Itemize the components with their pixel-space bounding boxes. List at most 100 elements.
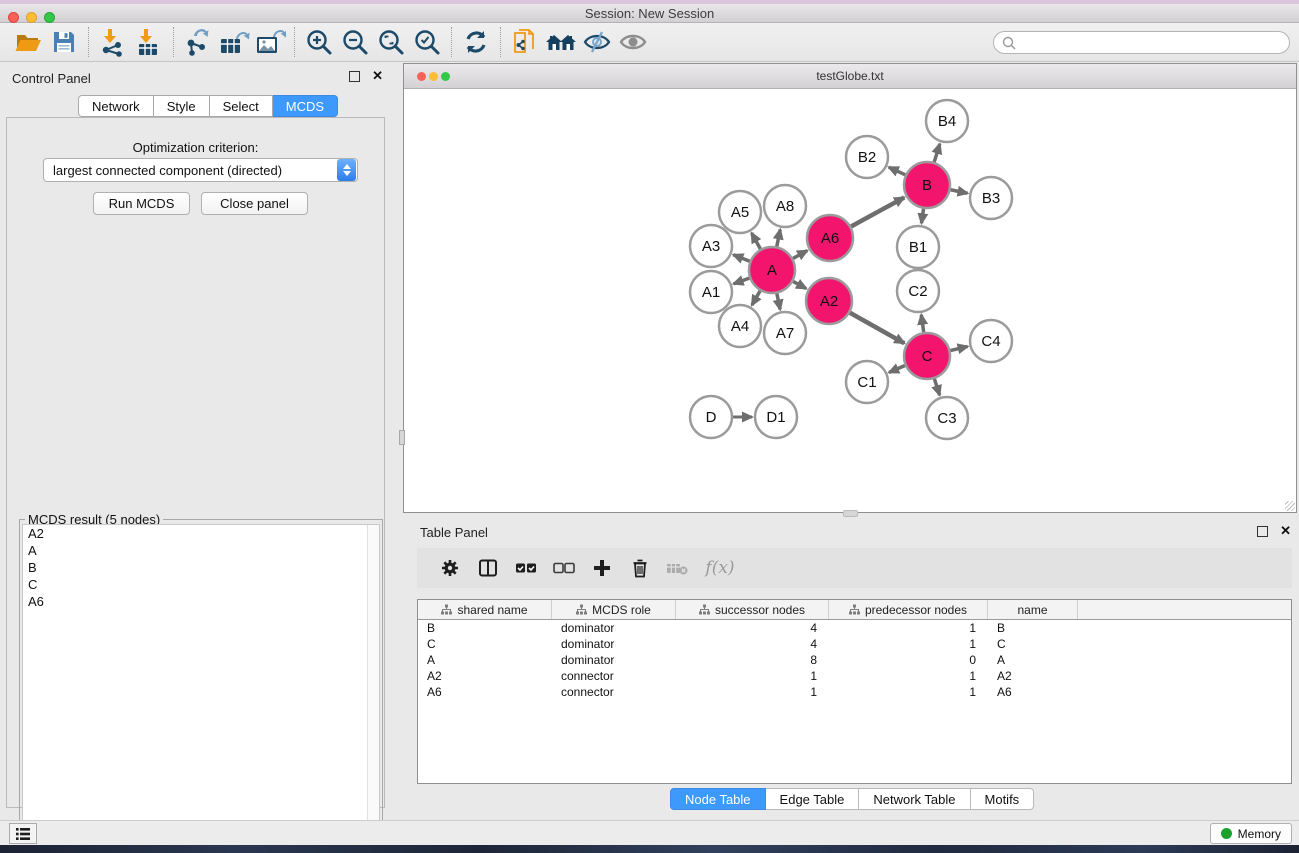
table-row[interactable]: Cdominator41C	[418, 636, 1291, 652]
column-header-MCDS-role[interactable]: MCDS role	[552, 600, 676, 619]
network-minimize-traffic-light[interactable]	[429, 72, 438, 81]
optimization-criterion-label: Optimization criterion:	[7, 140, 384, 155]
graph-edge-C-C3[interactable]	[934, 379, 939, 395]
float-table-panel-icon[interactable]	[1257, 526, 1268, 537]
result-list-item[interactable]: A6	[23, 593, 379, 610]
export-image-button[interactable]	[253, 26, 287, 58]
table-row[interactable]: A6connector11A6	[418, 684, 1291, 700]
network-canvas[interactable]: B4B2BB3A5A8A6B1A3AC2A1A2A4A7C4CC1C3DD1	[404, 89, 1296, 512]
open-folder-icon	[14, 28, 42, 56]
graph-edge-A-A8[interactable]	[777, 230, 780, 247]
tab-select[interactable]: Select	[210, 95, 273, 117]
tab-mcds[interactable]: MCDS	[273, 95, 338, 117]
refresh-button[interactable]	[459, 26, 493, 58]
duplicate-network-button[interactable]	[508, 26, 542, 58]
save-floppy-icon	[51, 29, 77, 55]
tab-node-table[interactable]: Node Table	[670, 788, 766, 810]
graph-node-label-A6: A6	[821, 230, 839, 247]
graph-edge-C-C1[interactable]	[889, 366, 905, 373]
table-row[interactable]: Bdominator41B	[418, 620, 1291, 636]
delete-table-icon	[666, 558, 690, 578]
zoom-fit-button[interactable]	[374, 26, 408, 58]
graph-edge-A-A2[interactable]	[793, 281, 806, 288]
graph-edge-A-A6[interactable]	[793, 251, 807, 259]
run-mcds-button[interactable]: Run MCDS	[93, 192, 190, 215]
float-panel-icon[interactable]	[349, 71, 360, 82]
task-history-button[interactable]	[9, 823, 37, 844]
minimize-traffic-light[interactable]	[26, 12, 37, 23]
graph-edge-A-A1[interactable]	[734, 278, 750, 284]
zoom-traffic-light[interactable]	[44, 12, 55, 23]
tab-network-table[interactable]: Network Table	[859, 788, 970, 810]
delete-column-button[interactable]	[621, 553, 659, 583]
tab-edge-table[interactable]: Edge Table	[766, 788, 860, 810]
graph-edge-A-A3[interactable]	[733, 255, 749, 261]
hide-graphics-details-button[interactable]	[580, 26, 614, 58]
graph-edge-C-C4[interactable]	[950, 346, 967, 350]
home-view-button[interactable]	[544, 26, 578, 58]
close-traffic-light[interactable]	[8, 12, 19, 23]
result-list-item[interactable]: B	[23, 559, 379, 576]
column-header-successor-nodes[interactable]: successor nodes	[676, 600, 829, 619]
export-table-button[interactable]	[217, 26, 251, 58]
table-settings-button[interactable]	[431, 553, 469, 583]
table-row[interactable]: Adominator80A	[418, 652, 1291, 668]
column-header-predecessor-nodes[interactable]: predecessor nodes	[829, 600, 988, 619]
select-all-rows-button[interactable]	[507, 553, 545, 583]
horizontal-splitter-handle[interactable]	[843, 510, 858, 517]
control-panel-tabs: Network Style Select MCDS	[78, 95, 338, 117]
graph-edge-B-B4[interactable]	[934, 144, 940, 162]
result-list-scrollbar[interactable]	[367, 525, 379, 853]
tab-motifs[interactable]: Motifs	[971, 788, 1035, 810]
zoom-in-button[interactable]	[302, 26, 336, 58]
export-network-button[interactable]	[181, 26, 215, 58]
zoom-selected-button[interactable]	[410, 26, 444, 58]
graph-edge-A-A4[interactable]	[752, 291, 760, 305]
tab-network[interactable]: Network	[78, 95, 154, 117]
copy-network-icon	[510, 27, 540, 57]
result-list-item[interactable]: A	[23, 542, 379, 559]
column-header-shared-name[interactable]: shared name	[418, 600, 552, 619]
toolbar-search[interactable]	[993, 31, 1290, 54]
network-zoom-traffic-light[interactable]	[441, 72, 450, 81]
window-resize-grip[interactable]	[1285, 501, 1295, 511]
tab-style[interactable]: Style	[154, 95, 210, 117]
close-table-panel-icon[interactable]: ✕	[1280, 523, 1291, 539]
graph-edge-A6-B[interactable]	[851, 197, 904, 226]
close-panel-icon[interactable]: ✕	[372, 68, 383, 84]
graph-edge-B-B1[interactable]	[921, 209, 923, 223]
import-network-button[interactable]	[96, 26, 130, 58]
create-column-button[interactable]	[583, 553, 621, 583]
graph-edge-C-C2[interactable]	[921, 315, 923, 332]
graph-edge-A-A5[interactable]	[752, 233, 761, 249]
memory-button[interactable]: Memory	[1210, 823, 1292, 844]
graph-edge-A2-C[interactable]	[850, 313, 904, 344]
graph-edge-A-A7[interactable]	[777, 294, 780, 310]
mcds-result-list[interactable]: A2ABCA6	[22, 524, 380, 853]
panel-splitter-handle[interactable]	[399, 430, 405, 445]
criterion-dropdown[interactable]: largest connected component (directed)	[43, 158, 358, 182]
node-table[interactable]: shared nameMCDS rolesuccessor nodesprede…	[417, 599, 1292, 784]
search-input[interactable]	[1021, 36, 1289, 50]
close-panel-button[interactable]: Close panel	[201, 192, 308, 215]
table-row[interactable]: A2connector11A2	[418, 668, 1291, 684]
column-header-name[interactable]: name	[988, 600, 1078, 619]
hierarchy-icon	[441, 604, 452, 615]
network-graph[interactable]: B4B2BB3A5A8A6B1A3AC2A1A2A4A7C4CC1C3DD1	[404, 89, 1296, 512]
network-close-traffic-light[interactable]	[417, 72, 426, 81]
zoom-out-button[interactable]	[338, 26, 372, 58]
eye-icon	[618, 28, 648, 56]
open-session-button[interactable]	[11, 26, 45, 58]
save-session-button[interactable]	[47, 26, 81, 58]
table-cell: A6	[418, 685, 552, 699]
graph-node-label-A1: A1	[702, 284, 720, 301]
graph-edge-B-B2[interactable]	[889, 167, 906, 175]
result-list-item[interactable]: A2	[23, 525, 379, 542]
result-list-item[interactable]: C	[23, 576, 379, 593]
deselect-all-rows-button[interactable]	[545, 553, 583, 583]
import-table-button[interactable]	[132, 26, 166, 58]
hierarchy-icon	[699, 604, 710, 615]
show-column-panel-button[interactable]	[469, 553, 507, 583]
show-graphics-details-button[interactable]	[616, 26, 650, 58]
graph-edge-B-B3[interactable]	[951, 190, 968, 193]
